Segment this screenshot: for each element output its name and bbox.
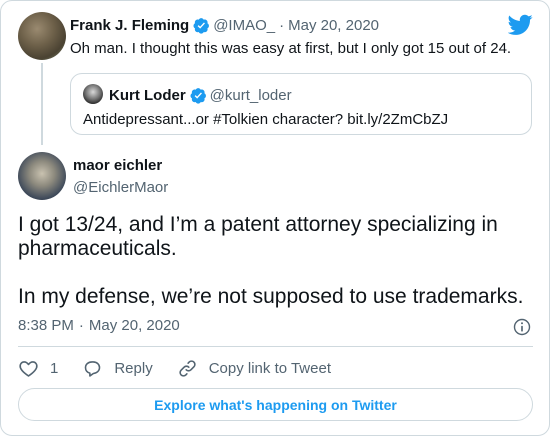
avatar-quoted-author (83, 84, 103, 104)
reply-label: Reply (114, 359, 153, 377)
copy-link-label: Copy link to Tweet (208, 359, 331, 377)
original-author-name[interactable]: Frank J. Fleming (70, 17, 189, 34)
verified-badge-icon (193, 17, 210, 34)
verified-badge-icon (190, 87, 206, 104)
original-tweet-text: Oh man. I thought this was easy at first… (70, 40, 512, 57)
twitter-bird-icon[interactable] (508, 14, 533, 36)
quoted-author-name: Kurt Loder (109, 86, 186, 104)
quoted-tweet[interactable]: Kurt Loder @kurt_loder Antidepressant...… (70, 73, 532, 135)
heart-icon (19, 360, 38, 377)
original-tweet-date[interactable]: May 20, 2020 (288, 17, 379, 34)
like-button[interactable]: 1 (18, 358, 58, 379)
copy-link-button[interactable]: Copy link to Tweet (177, 358, 331, 379)
quoted-author-handle: @kurt_loder (209, 86, 292, 104)
reply-text-line: pharmaceuticals. (18, 237, 177, 260)
tweet-timestamp[interactable]: 8:38 PM · May 20, 2020 (18, 317, 180, 334)
reply-tweet-text: I got 13/24, and I’m a patent attorney s… (18, 213, 538, 309)
tweet-time: 8:38 PM (18, 317, 74, 334)
original-author-handle[interactable]: @IMAO_ (213, 17, 275, 34)
reply-text-line: In my defense, we’re not supposed to use… (18, 285, 524, 308)
reply-bubble-icon (85, 360, 101, 377)
tweet-date: May 20, 2020 (88, 317, 180, 334)
quoted-tweet-text: Antidepressant...or #Tolkien character? … (83, 111, 449, 128)
quoted-tweet-header: Kurt Loder @kurt_loder (109, 86, 292, 104)
link-icon (179, 359, 196, 377)
reply-button[interactable]: Reply (82, 358, 153, 379)
avatar-original-author[interactable] (18, 12, 66, 60)
divider (18, 346, 533, 347)
avatar-reply-author[interactable] (18, 152, 66, 200)
reply-author-handle[interactable]: @EichlerMaor (73, 179, 168, 196)
timestamp-separator: · (78, 317, 84, 334)
header-separator: · (279, 16, 285, 34)
info-icon[interactable] (512, 317, 532, 337)
reply-author-name[interactable]: maor eichler (73, 157, 162, 174)
original-tweet-header: Frank J. Fleming @IMAO_ · May 20, 2020 (70, 15, 379, 35)
tweet-embed-card: Frank J. Fleming @IMAO_ · May 20, 2020 O… (0, 0, 550, 436)
tweet-actions: 1 Reply Copy link to Tweet (18, 357, 331, 379)
like-count: 1 (50, 359, 59, 377)
reply-text-line: I got 13/24, and I’m a patent attorney s… (18, 213, 498, 236)
explore-twitter-button[interactable]: Explore what's happening on Twitter (18, 388, 533, 421)
thread-connector-line (41, 63, 43, 145)
